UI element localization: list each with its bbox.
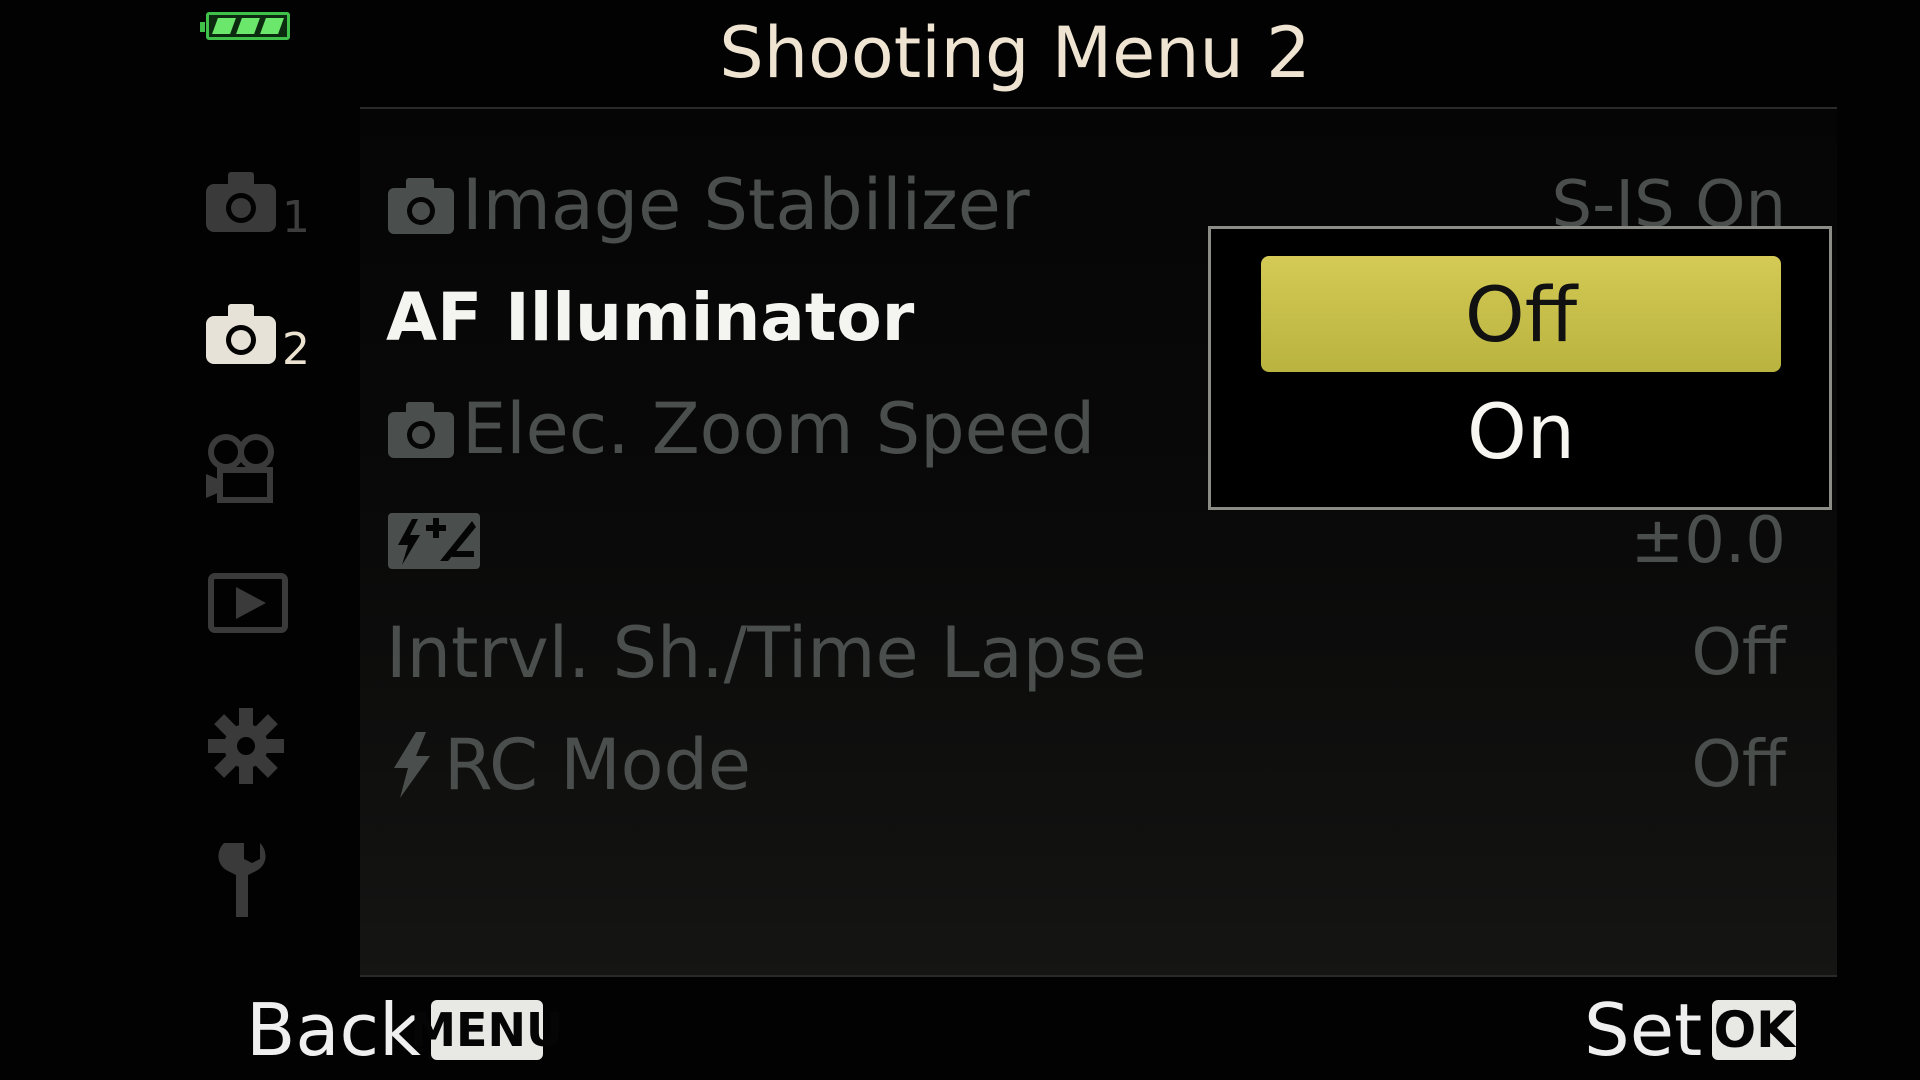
menu-item-label: Image Stabilizer <box>462 164 1030 246</box>
set-hint[interactable]: Set OK <box>1584 988 1797 1072</box>
back-label: Back <box>246 988 421 1072</box>
battery-full-icon <box>200 12 290 40</box>
af-illuminator-options-popup: Off On <box>1208 226 1832 510</box>
tab-movie-menu[interactable] <box>200 430 320 530</box>
camera-menu-screen: Shooting Menu 2 1 2 Image Stabilizer S-I… <box>0 0 1920 1080</box>
tab-playback-menu[interactable] <box>200 565 320 665</box>
menu-item-label: RC Mode <box>444 724 752 806</box>
menu-item-label: Elec. Zoom Speed <box>462 388 1096 470</box>
playback-icon <box>208 573 288 633</box>
flash-compensation-icon <box>388 513 480 569</box>
menu-item-value: ±0.0 <box>1630 504 1786 578</box>
flash-icon <box>394 732 430 798</box>
movie-camera-icon <box>206 434 274 503</box>
option-off[interactable]: Off <box>1261 256 1781 372</box>
tab-number: 1 <box>282 192 310 243</box>
tab-shooting-menu-1[interactable]: 1 <box>200 160 320 260</box>
ok-key-badge: OK <box>1712 1000 1797 1060</box>
menu-item-label: AF Illuminator <box>386 278 915 356</box>
option-on[interactable]: On <box>1261 373 1781 489</box>
camera-small-icon <box>388 402 454 458</box>
menu-key-badge: MENU <box>410 1000 563 1060</box>
menu-item-value: Off <box>1691 728 1786 802</box>
tab-custom-menu[interactable] <box>200 700 320 800</box>
menu-item-rc-mode[interactable]: RC Mode Off <box>386 710 1806 820</box>
back-hint[interactable]: Back MENU <box>246 988 563 1072</box>
camera-small-icon <box>388 178 454 234</box>
camera-icon <box>206 172 276 232</box>
camera-icon <box>206 304 276 364</box>
menu-item-interval-time-lapse[interactable]: Intrvl. Sh./Time Lapse Off <box>386 598 1806 708</box>
sidebar-tabs: 1 2 <box>200 160 320 940</box>
menu-item-value: Off <box>1691 616 1786 690</box>
wrench-icon <box>218 843 266 917</box>
page-title: Shooting Menu 2 <box>719 12 1311 94</box>
menu-item-label: Intrvl. Sh./Time Lapse <box>386 612 1147 694</box>
tab-number: 2 <box>282 324 310 375</box>
tab-setup-menu[interactable] <box>200 835 320 935</box>
gear-icon <box>208 708 284 784</box>
set-label: Set <box>1584 988 1703 1072</box>
tab-shooting-menu-2[interactable]: 2 <box>200 290 320 390</box>
